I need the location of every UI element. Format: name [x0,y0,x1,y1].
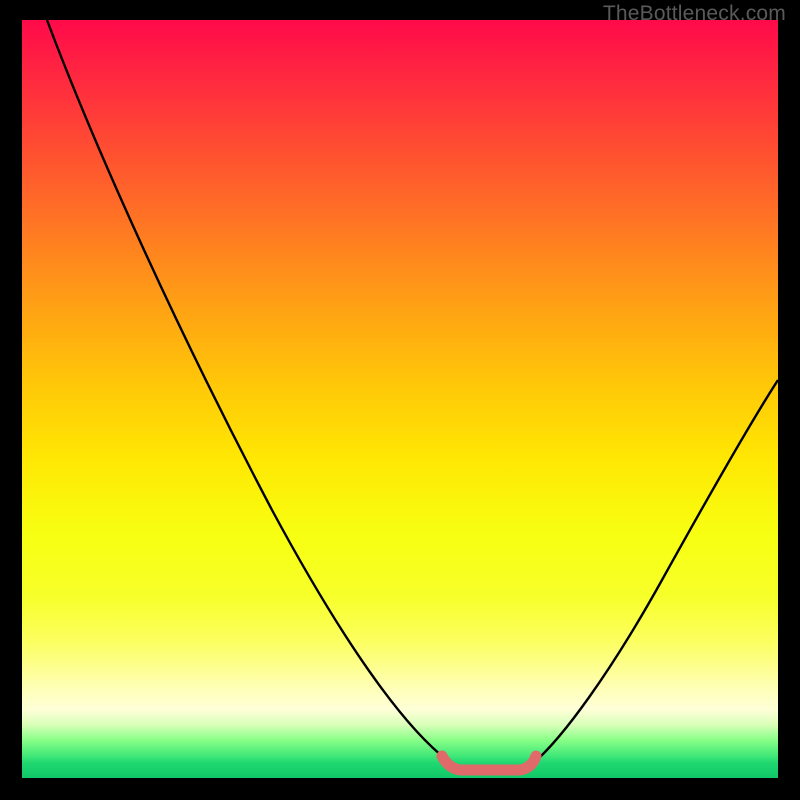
curve-layer [22,20,778,778]
chart-canvas: TheBottleneck.com [0,0,800,800]
bottleneck-curve-right [530,380,778,766]
bottleneck-curve-left [47,20,454,766]
plot-area [22,20,778,778]
optimum-highlight [442,756,536,770]
watermark-text: TheBottleneck.com [603,2,786,26]
